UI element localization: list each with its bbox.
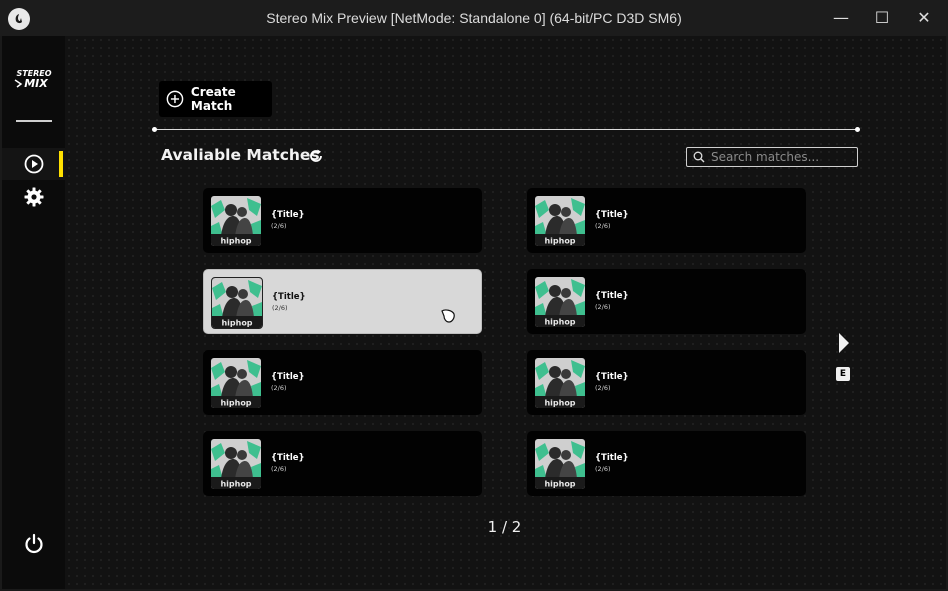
close-button[interactable]: ✕: [909, 4, 939, 30]
match-title: {Title}: [595, 210, 629, 220]
match-thumbnail: hiphop: [535, 277, 585, 327]
sidebar-item-settings[interactable]: [2, 183, 65, 211]
create-match-button[interactable]: Create Match: [159, 81, 272, 117]
match-title: {Title}: [595, 453, 629, 463]
page-title: Avaliable Matches: [161, 146, 320, 164]
match-thumbnail: hiphop: [211, 358, 261, 408]
match-thumbnail: hiphop: [535, 196, 585, 246]
match-player-count: (2/6): [271, 384, 287, 392]
window-title: Stereo Mix Preview [NetMode: Standalone …: [266, 10, 682, 26]
match-card[interactable]: hiphop {Title} (2/6): [527, 431, 806, 496]
match-thumbnail: hiphop: [211, 277, 263, 329]
match-player-count: (2/6): [271, 222, 287, 230]
match-player-count: (2/6): [271, 465, 287, 473]
match-player-count: (2/6): [595, 222, 611, 230]
match-player-count: (2/6): [595, 465, 611, 473]
header-divider: [152, 127, 860, 132]
thumbnail-label: hiphop: [544, 480, 575, 489]
gear-icon: [24, 187, 43, 207]
sidebar-item-play[interactable]: [2, 148, 65, 180]
match-title: {Title}: [595, 291, 629, 301]
match-thumbnail: hiphop: [535, 358, 585, 408]
sidebar-item-quit[interactable]: [2, 528, 65, 560]
match-title: {Title}: [272, 292, 306, 302]
match-browser: Create Match Avaliable Matches hiphop {Ti…: [65, 36, 946, 589]
minimize-button[interactable]: —: [826, 4, 856, 30]
thumbnail-label: hiphop: [544, 399, 575, 408]
match-card[interactable]: hiphop {Title} (2/6): [203, 350, 482, 415]
thumbnail-label: hiphop: [220, 480, 251, 489]
match-card[interactable]: hiphop {Title} (2/6): [203, 431, 482, 496]
play-icon: [24, 154, 43, 174]
match-thumbnail: hiphop: [211, 439, 261, 489]
match-title: {Title}: [595, 372, 629, 382]
match-card[interactable]: hiphop {Title} (2/6): [527, 350, 806, 415]
page-indicator: 1 / 2: [65, 518, 946, 536]
logo-text-bottom: MIX: [24, 77, 48, 90]
cursor-icon: [441, 309, 455, 323]
match-thumbnail: hiphop: [535, 439, 585, 489]
refresh-icon[interactable]: [308, 148, 324, 164]
match-title: {Title}: [271, 372, 305, 382]
search-icon: [693, 151, 705, 163]
next-page-key-hint: E: [836, 367, 850, 381]
match-card[interactable]: hiphop {Title} (2/6): [527, 188, 806, 253]
match-card[interactable]: hiphop {Title} (2/6): [203, 188, 482, 253]
stereo-mix-logo: STEREO MIX: [14, 69, 52, 90]
thumbnail-label: hiphop: [220, 237, 251, 246]
plus-circle-icon: [166, 90, 184, 108]
match-player-count: (2/6): [595, 303, 611, 311]
match-thumbnail: hiphop: [211, 196, 261, 246]
thumbnail-label: hiphop: [544, 237, 575, 246]
game-viewport: STEREO MIX Create Match Avaliable Matche…: [2, 36, 946, 589]
match-card[interactable]: hiphop {Title} (2/6): [527, 269, 806, 334]
match-title: {Title}: [271, 453, 305, 463]
thumbnail-label: hiphop: [544, 318, 575, 327]
maximize-button[interactable]: ☐: [867, 4, 897, 30]
search-box[interactable]: [686, 147, 858, 167]
match-card[interactable]: hiphop {Title} (2/6): [203, 269, 482, 334]
power-icon: [24, 533, 43, 554]
page-indicator-text: 1 / 2: [487, 518, 522, 536]
sidebar-divider: [16, 120, 52, 122]
match-player-count: (2/6): [272, 304, 288, 312]
next-page-arrow-icon[interactable]: [838, 332, 850, 354]
create-match-label: Create Match: [190, 85, 236, 113]
match-title: {Title}: [271, 210, 305, 220]
active-indicator: [59, 151, 63, 177]
window-titlebar: Stereo Mix Preview [NetMode: Standalone …: [0, 0, 948, 36]
search-input[interactable]: [711, 150, 851, 164]
sidebar: STEREO MIX: [2, 36, 65, 589]
match-player-count: (2/6): [595, 384, 611, 392]
thumbnail-label: hiphop: [221, 319, 252, 328]
thumbnail-label: hiphop: [220, 399, 251, 408]
